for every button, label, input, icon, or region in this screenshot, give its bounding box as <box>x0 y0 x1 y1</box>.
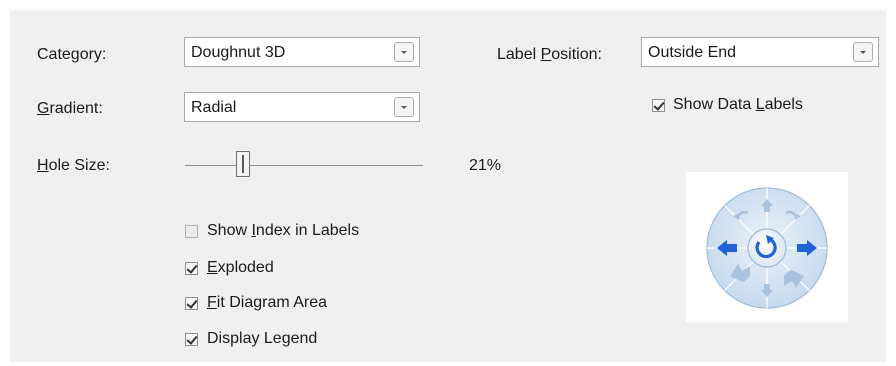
hole-size-label: Hole Size: <box>37 156 110 176</box>
display-legend-label[interactable]: Display Legend <box>207 329 317 349</box>
label-position-label-pre: Label <box>497 46 541 63</box>
gradient-combobox[interactable]: Radial <box>184 92 420 122</box>
gradient-label-accel: G <box>37 100 50 117</box>
label-position-value: Outside End <box>648 44 737 61</box>
exploded-label[interactable]: Exploded <box>207 258 274 278</box>
display-legend-checkbox[interactable] <box>185 333 198 346</box>
exploded-rest: xploded <box>217 259 274 276</box>
category-label: Category: <box>37 46 107 63</box>
label-position-combobox[interactable]: Outside End <box>641 37 879 67</box>
hole-size-slider-track[interactable] <box>185 165 423 166</box>
gradient-label-rest: radient: <box>49 100 103 117</box>
label-position-dropdown-icon[interactable] <box>853 42 873 62</box>
hole-size-label-rest: ole Size: <box>48 157 110 174</box>
fit-diagram-rest: it Diagram Area <box>216 294 328 311</box>
show-data-labels-label[interactable]: Show Data Labels <box>673 95 803 115</box>
gradient-dropdown-icon[interactable] <box>394 97 414 117</box>
show-index-pre: Show <box>207 222 252 239</box>
label-position-label: Label Position: <box>497 45 602 65</box>
fit-diagram-area-checkbox[interactable] <box>185 297 198 310</box>
label-position-label-accel: P <box>540 46 552 63</box>
fit-diagram-accel: F <box>207 294 217 311</box>
show-index-checkbox[interactable] <box>185 225 198 238</box>
show-data-labels-accel: L <box>755 96 765 113</box>
gradient-value: Radial <box>191 99 237 116</box>
show-data-labels-checkbox[interactable] <box>652 99 665 112</box>
label-position-label-rest: osition: <box>551 46 602 63</box>
fit-diagram-area-label[interactable]: Fit Diagram Area <box>207 293 327 313</box>
show-index-rest: ndex in Labels <box>255 222 360 239</box>
show-data-labels-rest: abels <box>764 96 803 113</box>
rotation-wheel <box>706 187 828 309</box>
category-value: Doughnut 3D <box>191 44 286 61</box>
category-combobox[interactable]: Doughnut 3D <box>184 37 420 67</box>
hole-size-slider-thumb[interactable] <box>236 151 250 177</box>
exploded-checkbox[interactable] <box>185 262 198 275</box>
hole-size-label-accel: H <box>37 157 49 174</box>
gradient-label: Gradient: <box>37 99 103 119</box>
exploded-accel: E <box>207 259 218 276</box>
hole-size-value: 21% <box>469 157 502 174</box>
category-dropdown-icon[interactable] <box>394 42 414 62</box>
show-index-label[interactable]: Show Index in Labels <box>207 221 359 241</box>
rotation-control <box>686 172 848 322</box>
show-data-labels-pre: Show Data <box>673 96 756 113</box>
